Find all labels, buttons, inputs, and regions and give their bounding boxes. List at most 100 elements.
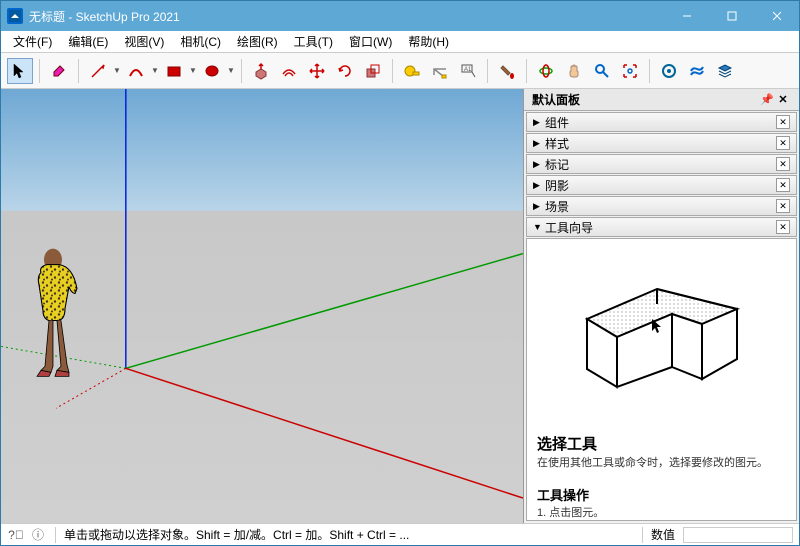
- 3d-viewport[interactable]: [1, 89, 524, 523]
- instructor-step: 1. 点击图元。: [537, 506, 786, 521]
- instructor-heading: 选择工具: [537, 433, 786, 454]
- statusbar-separator: [55, 527, 56, 543]
- scale-figure: [37, 249, 77, 377]
- move-tool-button[interactable]: [304, 58, 330, 84]
- chevron-right-icon: ▶: [533, 159, 545, 170]
- toolbar-separator: [649, 59, 650, 83]
- toolbar-separator: [78, 59, 79, 83]
- section-instructor[interactable]: ▼工具向导 ✕: [526, 217, 797, 237]
- zoom-tool-button[interactable]: [589, 58, 615, 84]
- arc-tool-button[interactable]: [123, 58, 149, 84]
- section-close-icon[interactable]: ✕: [776, 220, 790, 234]
- chevron-right-icon: ▶: [533, 201, 545, 212]
- green-axis: [126, 254, 523, 369]
- toolbar-separator: [241, 59, 242, 83]
- scale-tool-button[interactable]: [360, 58, 386, 84]
- instructor-illustration: [537, 249, 786, 419]
- section-label: 阴影: [545, 177, 569, 194]
- rotate-tool-button[interactable]: [332, 58, 358, 84]
- protractor-tool-button[interactable]: [427, 58, 453, 84]
- menu-window[interactable]: 窗口(W): [341, 31, 400, 52]
- pushpull-tool-button[interactable]: [248, 58, 274, 84]
- value-label: 数值: [651, 526, 675, 543]
- toolbar-separator: [487, 59, 488, 83]
- circle-dropdown[interactable]: ▼: [227, 66, 235, 75]
- pin-icon[interactable]: 📌: [759, 93, 775, 106]
- section-shadows[interactable]: ▶阴影 ✕: [526, 175, 797, 195]
- toolbar: ▼ ▼ ▼ ▼ A1: [1, 53, 799, 89]
- section-close-icon[interactable]: ✕: [776, 199, 790, 213]
- arc-dropdown[interactable]: ▼: [151, 66, 159, 75]
- chevron-right-icon: ▶: [533, 138, 545, 149]
- section-label: 组件: [545, 114, 569, 131]
- select-tool-button[interactable]: [7, 58, 33, 84]
- toolbar-separator: [526, 59, 527, 83]
- line-dropdown[interactable]: ▼: [113, 66, 121, 75]
- tape-tool-button[interactable]: [399, 58, 425, 84]
- offset-tool-button[interactable]: [276, 58, 302, 84]
- info-icon[interactable]: ⓘ: [29, 526, 47, 543]
- section-label: 场景: [545, 198, 569, 215]
- section-close-icon[interactable]: ✕: [776, 136, 790, 150]
- value-input[interactable]: [683, 527, 793, 543]
- section-label: 工具向导: [545, 219, 593, 236]
- tray-close-button[interactable]: ✕: [775, 93, 791, 106]
- status-hint: 单击或拖动以选择对象。Shift = 加/减。Ctrl = 加。Shift + …: [64, 526, 634, 543]
- close-button[interactable]: [754, 1, 799, 31]
- menu-view[interactable]: 视图(V): [116, 31, 172, 52]
- chevron-right-icon: ▶: [533, 180, 545, 191]
- menubar: 文件(F) 编辑(E) 视图(V) 相机(C) 绘图(R) 工具(T) 窗口(W…: [1, 31, 799, 53]
- section-tags[interactable]: ▶标记 ✕: [526, 154, 797, 174]
- tray-title: 默认面板 📌 ✕: [524, 89, 799, 111]
- section-scenes[interactable]: ▶场景 ✕: [526, 196, 797, 216]
- warehouse-button[interactable]: [656, 58, 682, 84]
- paint-tool-button[interactable]: [494, 58, 520, 84]
- chevron-right-icon: ▶: [533, 117, 545, 128]
- eraser-tool-button[interactable]: [46, 58, 72, 84]
- section-close-icon[interactable]: ✕: [776, 178, 790, 192]
- app-icon: [7, 8, 23, 24]
- chevron-down-icon: ▼: [533, 222, 545, 232]
- section-label: 标记: [545, 156, 569, 173]
- titlebar: 无标题 - SketchUp Pro 2021: [1, 1, 799, 31]
- section-label: 样式: [545, 135, 569, 152]
- section-close-icon[interactable]: ✕: [776, 115, 790, 129]
- section-components[interactable]: ▶组件 ✕: [526, 112, 797, 132]
- zoom-extents-tool-button[interactable]: [617, 58, 643, 84]
- menu-camera[interactable]: 相机(C): [172, 31, 229, 52]
- toolbar-separator: [392, 59, 393, 83]
- instructor-desc: 在使用其他工具或命令时，选择要修改的图元。: [537, 456, 786, 471]
- svg-text:A1: A1: [464, 67, 472, 73]
- red-axis: [126, 368, 523, 498]
- menu-help[interactable]: 帮助(H): [400, 31, 457, 52]
- menu-draw[interactable]: 绘图(R): [229, 31, 286, 52]
- window-title: 无标题 - SketchUp Pro 2021: [29, 8, 664, 25]
- text-tool-button[interactable]: A1: [455, 58, 481, 84]
- instructor-body: 选择工具 在使用其他工具或命令时，选择要修改的图元。 工具操作 1. 点击图元。: [526, 238, 797, 521]
- menu-edit[interactable]: 编辑(E): [60, 31, 116, 52]
- help-icon[interactable]: ?⃝: [7, 528, 25, 542]
- line-tool-button[interactable]: [85, 58, 111, 84]
- instructor-ops-heading: 工具操作: [537, 485, 786, 504]
- extension-button[interactable]: [684, 58, 710, 84]
- minimize-button[interactable]: [664, 1, 709, 31]
- statusbar-separator: [642, 527, 643, 543]
- app-window: 无标题 - SketchUp Pro 2021 文件(F) 编辑(E) 视图(V…: [0, 0, 800, 546]
- section-close-icon[interactable]: ✕: [776, 157, 790, 171]
- toolbar-separator: [39, 59, 40, 83]
- pan-tool-button[interactable]: [561, 58, 587, 84]
- menu-file[interactable]: 文件(F): [5, 31, 60, 52]
- layers-button[interactable]: [712, 58, 738, 84]
- shape-dropdown[interactable]: ▼: [189, 66, 197, 75]
- shape-tool-button[interactable]: [161, 58, 187, 84]
- viewport-canvas: [1, 89, 523, 523]
- orbit-tool-button[interactable]: [533, 58, 559, 84]
- section-styles[interactable]: ▶样式 ✕: [526, 133, 797, 153]
- default-tray: 默认面板 📌 ✕ ▶组件✕ ▶样式✕ ▶标记✕ ▶阴影✕ ▶场景✕ ▼工具向导✕: [524, 89, 799, 523]
- tray-title-label: 默认面板: [532, 91, 580, 108]
- statusbar: ?⃝ ⓘ 单击或拖动以选择对象。Shift = 加/减。Ctrl = 加。Shi…: [1, 523, 799, 545]
- content-area: 默认面板 📌 ✕ ▶组件✕ ▶样式✕ ▶标记✕ ▶阴影✕ ▶场景✕ ▼工具向导✕: [1, 89, 799, 523]
- maximize-button[interactable]: [709, 1, 754, 31]
- circle-tool-button[interactable]: [199, 58, 225, 84]
- menu-tools[interactable]: 工具(T): [286, 31, 341, 52]
